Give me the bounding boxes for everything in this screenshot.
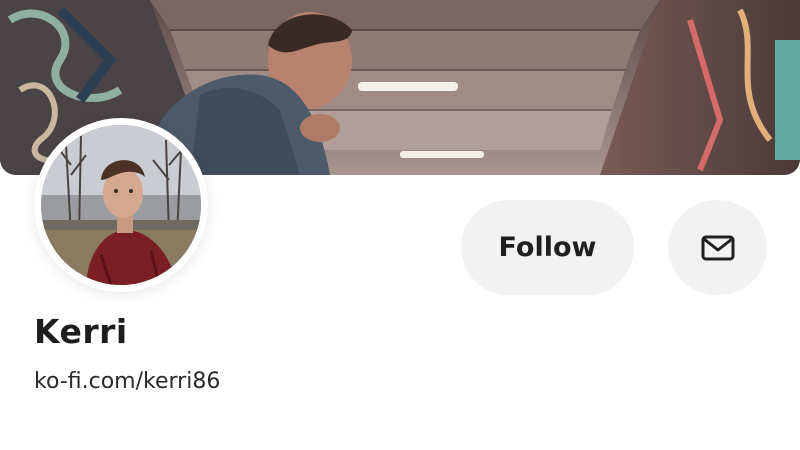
mail-icon (701, 235, 734, 260)
message-button[interactable] (668, 200, 767, 295)
avatar-frame (34, 118, 208, 292)
follow-button[interactable]: Follow (461, 200, 634, 295)
avatar[interactable] (41, 125, 201, 285)
profile-url[interactable]: ko-fi.com/kerri86 (34, 369, 220, 394)
profile-photo (41, 125, 201, 285)
profile-name: Kerri (34, 312, 128, 351)
